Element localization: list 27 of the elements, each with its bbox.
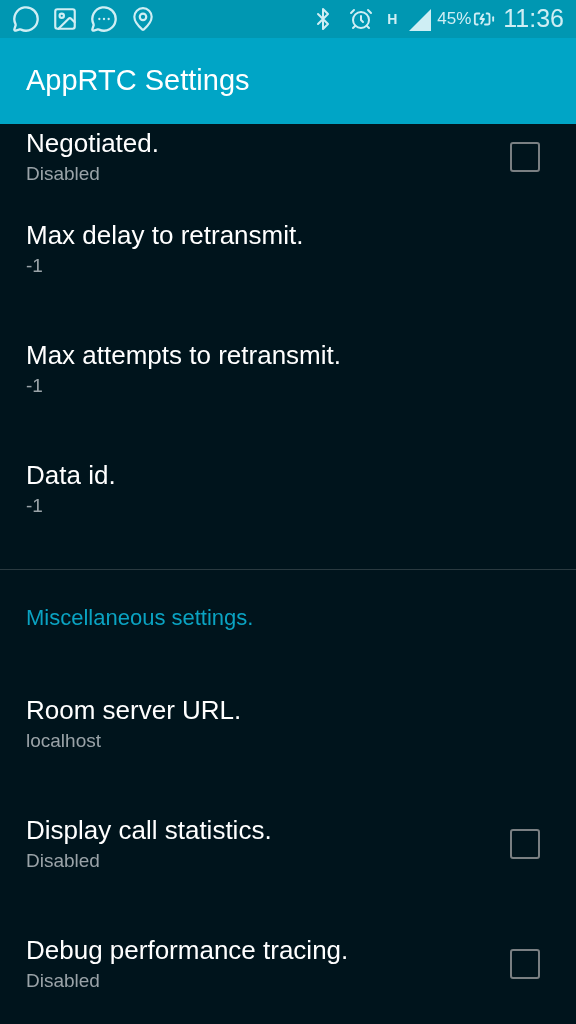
setting-title: Max delay to retransmit. — [26, 219, 305, 251]
map-pin-icon — [130, 5, 156, 32]
message-icon — [90, 4, 118, 33]
setting-summary: -1 — [26, 374, 44, 398]
image-icon — [52, 5, 78, 32]
setting-summary: -1 — [26, 254, 44, 278]
alarm-icon — [349, 6, 374, 31]
checkbox[interactable] — [510, 949, 540, 979]
setting-title: Negotiated. — [26, 126, 160, 159]
network-type: H — [387, 11, 398, 26]
setting-summary: -1 — [26, 494, 44, 518]
battery-percent: 45% — [437, 8, 472, 30]
setting-summary: Disabled — [26, 161, 101, 186]
setting-title: Display call statistics. — [26, 814, 273, 846]
checkbox[interactable] — [510, 829, 540, 859]
section-heading: Miscellaneous settings. — [26, 603, 254, 632]
setting-title: Max attempts to retransmit. — [26, 339, 342, 371]
clock: 11:36 — [503, 3, 564, 34]
app-title: AppRTC Settings — [26, 63, 250, 98]
checkbox[interactable] — [510, 141, 540, 172]
setting-title: Debug performance tracing. — [26, 934, 350, 966]
setting-title: Data id. — [26, 459, 117, 491]
setting-summary: Disabled — [26, 849, 101, 873]
setting-summary: localhost — [26, 729, 102, 753]
setting-summary: Disabled — [26, 969, 101, 993]
setting-title: Room server URL. — [26, 694, 243, 726]
chat-bubble-icon — [12, 4, 40, 33]
